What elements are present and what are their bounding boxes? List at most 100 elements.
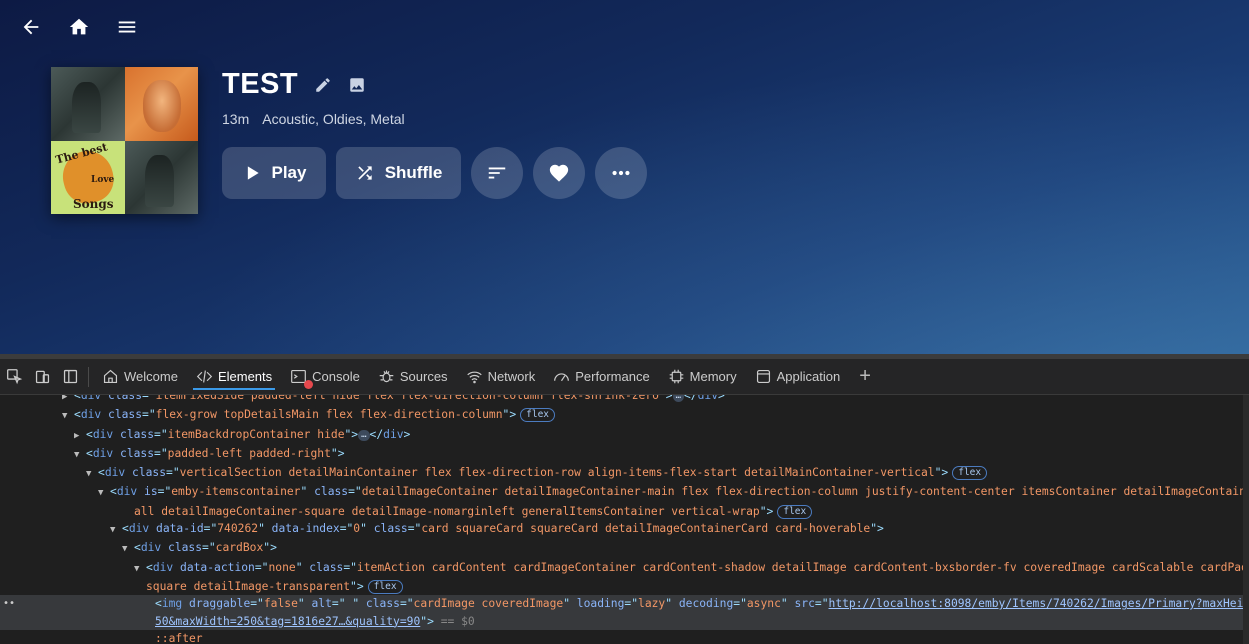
home-icon <box>69 18 89 35</box>
gauge-icon <box>554 373 570 382</box>
tab-network[interactable]: Network <box>457 359 545 395</box>
tab-application-label: Application <box>776 369 841 384</box>
dom-tree-scrollbar[interactable] <box>1243 395 1249 644</box>
sort-button[interactable] <box>471 147 523 199</box>
flex-badge[interactable]: flex <box>952 466 988 481</box>
play-button-label: Play <box>271 163 307 182</box>
tab-console[interactable]: Console <box>281 359 369 395</box>
tab-performance-label: Performance <box>575 369 650 384</box>
tab-memory-label: Memory <box>689 369 737 384</box>
dom-node-card[interactable]: ▼ <div data-id="740262" data-index="0" cl… <box>0 520 1249 539</box>
play-icon <box>247 166 259 180</box>
dom-node-item-action-wrap: square detailImage-transparent"> flex <box>0 578 1249 595</box>
chip-icon <box>669 369 683 384</box>
console-error-dot <box>304 379 314 389</box>
home-button[interactable] <box>66 14 92 40</box>
dom-node-after-pseudo[interactable]: ::after <box>0 630 1249 643</box>
shuffle-button[interactable]: Shuffle <box>336 147 461 199</box>
tab-elements-label: Elements <box>217 369 273 384</box>
tab-performance[interactable]: Performance <box>544 359 658 395</box>
application-window-icon <box>756 369 770 384</box>
dom-node-item-backdrop[interactable]: ▶ <div class="itemBackdropContainer hide"… <box>0 426 1249 445</box>
genres[interactable]: Acoustic, Oldies, Metal <box>262 111 404 127</box>
add-tab-button[interactable]: + <box>849 365 881 388</box>
expanded-triangle-icon: ▼ <box>98 488 104 499</box>
heart-icon <box>549 164 569 182</box>
back-button[interactable] <box>18 14 44 40</box>
duration: 13m <box>222 111 250 127</box>
image-icon <box>350 77 364 92</box>
ellipsis-badge[interactable]: … <box>358 429 370 441</box>
home-outline-icon <box>103 369 118 384</box>
sidebar-panel-icon <box>63 369 77 384</box>
tab-sources-label: Sources <box>399 369 448 384</box>
tab-sources[interactable]: Sources <box>369 359 457 395</box>
play-button[interactable]: Play <box>222 147 326 199</box>
devtools-toolbar: Welcome Elements Console Sources Network… <box>0 359 1249 395</box>
tab-console-label: Console <box>312 369 360 384</box>
device-emulation-button[interactable] <box>28 363 56 391</box>
cover-tile-4 <box>124 140 198 214</box>
tab-application[interactable]: Application <box>746 359 850 395</box>
more-button[interactable] <box>595 147 647 199</box>
tab-welcome[interactable]: Welcome <box>93 359 187 395</box>
flex-badge[interactable]: flex <box>777 504 813 519</box>
dom-node-padded[interactable]: ▼ <div class="padded-left padded-right"> <box>0 445 1249 464</box>
wifi-icon <box>466 371 482 384</box>
image-src-link-cont[interactable]: 50&maxWidth=250&tag=1816e27…&quality=90 <box>155 615 420 628</box>
dom-node-items-container-wrap: all detailImageContainer-square detailIm… <box>0 503 1249 520</box>
cover-text-songs: Songs <box>73 196 114 211</box>
shuffle-icon <box>358 166 372 180</box>
expanded-triangle-icon: ▼ <box>110 525 116 536</box>
top-nav <box>18 14 140 40</box>
dom-node-item-action[interactable]: ▼ <div data-action="none" class="itemActi… <box>0 559 1249 578</box>
dom-node-vertical-section[interactable]: ▼ <div class="verticalSection detailMainC… <box>0 464 1249 483</box>
image-src-link[interactable]: http://localhost:8098/emby/Items/740262/… <box>829 597 1249 610</box>
cover-tile-3: The best Love Songs <box>51 140 125 214</box>
tab-welcome-label: Welcome <box>124 369 178 384</box>
devtools-panel: Welcome Elements Console Sources Network… <box>0 354 1249 644</box>
title-row: TEST <box>222 68 366 101</box>
expanded-triangle-icon: ▼ <box>122 544 128 555</box>
flex-badge[interactable]: flex <box>367 579 403 594</box>
bug-icon <box>379 370 394 383</box>
arrow-left-icon <box>23 19 39 35</box>
expanded-triangle-icon: ▼ <box>134 563 140 574</box>
expanded-triangle-icon: ▼ <box>74 449 80 460</box>
expanded-triangle-icon: ▼ <box>86 469 92 480</box>
code-brackets-icon <box>196 370 213 383</box>
edit-button[interactable] <box>314 76 332 94</box>
inspect-cursor-icon <box>6 369 22 385</box>
dom-node-top-details-main[interactable]: ▼ <div class="flex-grow topDetailsMain fl… <box>0 406 1249 425</box>
pencil-icon <box>316 77 330 92</box>
favorite-button[interactable] <box>533 147 585 199</box>
toolbar-divider <box>88 366 89 387</box>
device-icon <box>35 370 49 384</box>
tab-memory[interactable]: Memory <box>659 359 746 395</box>
tab-elements[interactable]: Elements <box>187 359 281 395</box>
sort-lines-icon <box>488 167 506 179</box>
more-dots-icon <box>612 170 630 176</box>
inspect-element-button[interactable] <box>0 363 28 391</box>
cover-tile-2 <box>124 67 198 141</box>
more-options-dots-icon[interactable]: •• <box>3 595 15 612</box>
flex-badge[interactable]: flex <box>520 408 556 423</box>
cover-tile-1 <box>51 67 125 141</box>
selected-node-marker: == $0 <box>440 614 475 628</box>
dom-node-items-container[interactable]: ▼ <div is="emby-itemscontainer" class="de… <box>0 483 1249 502</box>
hamburger-menu-icon <box>118 21 136 33</box>
dom-node-item-fixed-side[interactable]: ▶ <div class="itemFixedSide padded-left h… <box>0 395 1249 406</box>
cover-text-love: Love <box>91 174 115 185</box>
edit-images-button[interactable] <box>348 76 366 94</box>
collapsed-triangle-icon: ▶ <box>74 430 80 441</box>
tab-network-label: Network <box>487 369 536 384</box>
ellipsis-badge[interactable]: … <box>672 395 684 402</box>
collapsed-triangle-icon: ▶ <box>62 395 68 402</box>
dom-node-card-image-selected[interactable]: •• <img draggable="false" alt=" " class=… <box>0 595 1249 613</box>
playlist-cover-image[interactable]: The best Love Songs <box>51 67 198 214</box>
shuffle-button-label: Shuffle <box>384 163 443 182</box>
expanded-triangle-icon: ▼ <box>62 411 68 422</box>
menu-button[interactable] <box>114 14 140 40</box>
dom-node-card-box[interactable]: ▼ <div class="cardBox"> <box>0 539 1249 558</box>
toggle-sidebar-button[interactable] <box>56 363 84 391</box>
